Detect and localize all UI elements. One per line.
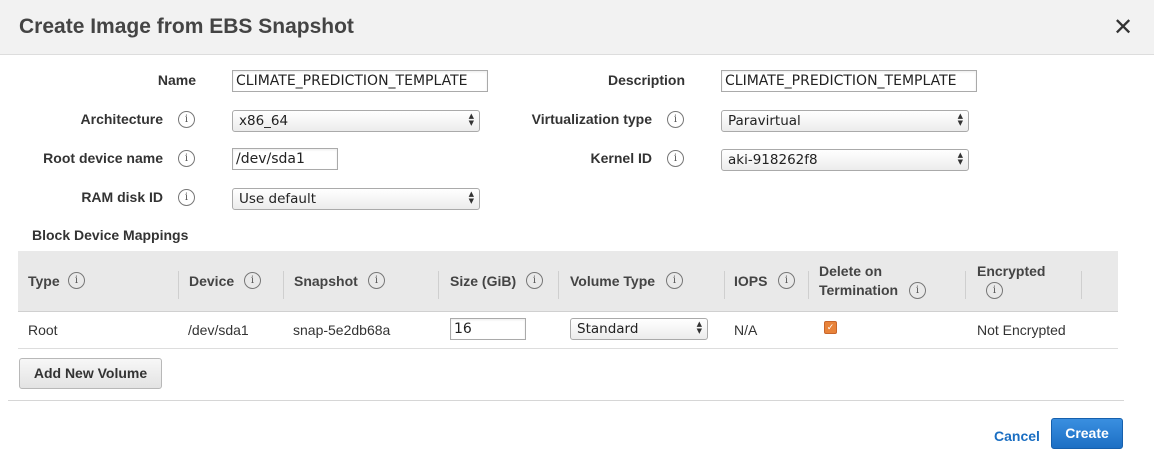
description-input[interactable]: [721, 70, 977, 92]
dialog-title: Create Image from EBS Snapshot: [19, 15, 354, 38]
column-divider: [178, 271, 179, 299]
virtualization-type-value: Paravirtual: [728, 113, 801, 129]
iops-info-icon[interactable]: i: [778, 272, 795, 289]
encrypted-info-icon[interactable]: i: [986, 282, 1003, 299]
select-arrows-icon: ▲ ▼: [468, 112, 474, 127]
volume-type-value: Standard: [577, 321, 639, 337]
table-header: Type i Device i Snapshot i Size (GiB) i …: [18, 251, 1118, 312]
row-snapshot: snap-5e2db68a: [293, 322, 391, 338]
kernel-id-select[interactable]: aki-918262f8 ▲ ▼: [721, 149, 969, 171]
column-divider: [1081, 271, 1082, 299]
column-snapshot: Snapshot: [294, 273, 358, 289]
block-device-mappings-title: Block Device Mappings: [32, 227, 189, 243]
column-divider: [808, 271, 809, 299]
cancel-button[interactable]: Cancel: [994, 428, 1040, 444]
column-divider: [283, 271, 284, 299]
column-type: Type: [28, 273, 60, 289]
ram-disk-id-select[interactable]: Use default ▲ ▼: [232, 188, 480, 210]
row-encrypted: Not Encrypted: [977, 322, 1066, 338]
column-delete-line2: Termination: [819, 282, 899, 298]
add-new-volume-button[interactable]: Add New Volume: [19, 358, 162, 389]
column-divider: [558, 271, 559, 299]
kernel-id-info-icon[interactable]: i: [667, 150, 684, 167]
column-delete-on-termination: Delete on Termination: [819, 262, 898, 300]
row-iops: N/A: [734, 322, 758, 338]
column-delete-line1: Delete on: [819, 263, 883, 279]
root-device-name-input[interactable]: [232, 148, 338, 170]
create-button[interactable]: Create: [1051, 418, 1123, 449]
architecture-info-icon[interactable]: i: [178, 111, 195, 128]
column-divider: [438, 271, 439, 299]
name-input[interactable]: [232, 70, 488, 92]
snapshot-info-icon[interactable]: i: [368, 272, 385, 289]
volume-type-info-icon[interactable]: i: [666, 272, 683, 289]
delete-on-termination-checkbox[interactable]: ✓: [824, 321, 837, 334]
select-arrows-icon: ▲ ▼: [468, 190, 474, 205]
delete-on-termination-info-icon[interactable]: i: [909, 282, 926, 299]
column-device: Device: [189, 273, 235, 289]
footer-divider: [8, 400, 1124, 401]
column-volume-type: Volume Type: [570, 273, 656, 289]
row-device: /dev/sda1: [188, 322, 249, 338]
dialog-header: Create Image from EBS Snapshot ✕: [0, 0, 1154, 55]
kernel-id-value: aki-918262f8: [728, 152, 818, 168]
select-arrows-icon: ▲ ▼: [696, 320, 702, 335]
column-divider: [965, 271, 966, 299]
description-label: Description: [607, 72, 685, 88]
architecture-label: Architecture: [80, 111, 163, 127]
row-type: Root: [28, 322, 58, 338]
select-arrows-icon: ▲ ▼: [957, 151, 963, 166]
size-input[interactable]: [450, 318, 526, 340]
column-size: Size (GiB): [450, 273, 517, 289]
type-info-icon[interactable]: i: [68, 272, 85, 289]
architecture-select[interactable]: x86_64 ▲ ▼: [232, 110, 480, 132]
root-device-name-label: Root device name: [43, 150, 163, 166]
table-row: Root /dev/sda1 snap-5e2db68a Standard ▲▼…: [18, 311, 1118, 349]
virtualization-type-select[interactable]: Paravirtual ▲ ▼: [721, 110, 969, 132]
kernel-id-label: Kernel ID: [590, 150, 652, 166]
root-device-info-icon[interactable]: i: [178, 150, 195, 167]
name-label: Name: [157, 72, 196, 88]
column-iops: IOPS: [734, 273, 768, 289]
close-icon[interactable]: ✕: [1110, 15, 1136, 41]
ram-disk-info-icon[interactable]: i: [178, 189, 195, 206]
column-divider: [724, 271, 725, 299]
device-info-icon[interactable]: i: [244, 272, 261, 289]
ram-disk-id-value: Use default: [239, 191, 317, 207]
size-info-icon[interactable]: i: [526, 272, 543, 289]
virtualization-info-icon[interactable]: i: [667, 111, 684, 128]
volume-type-select[interactable]: Standard ▲ ▼: [570, 318, 708, 340]
column-encrypted: Encrypted: [977, 263, 1046, 279]
virtualization-type-label: Virtualization type: [531, 111, 652, 127]
select-arrows-icon: ▲ ▼: [957, 112, 963, 127]
architecture-value: x86_64: [239, 113, 289, 129]
ram-disk-id-label: RAM disk ID: [81, 189, 163, 205]
